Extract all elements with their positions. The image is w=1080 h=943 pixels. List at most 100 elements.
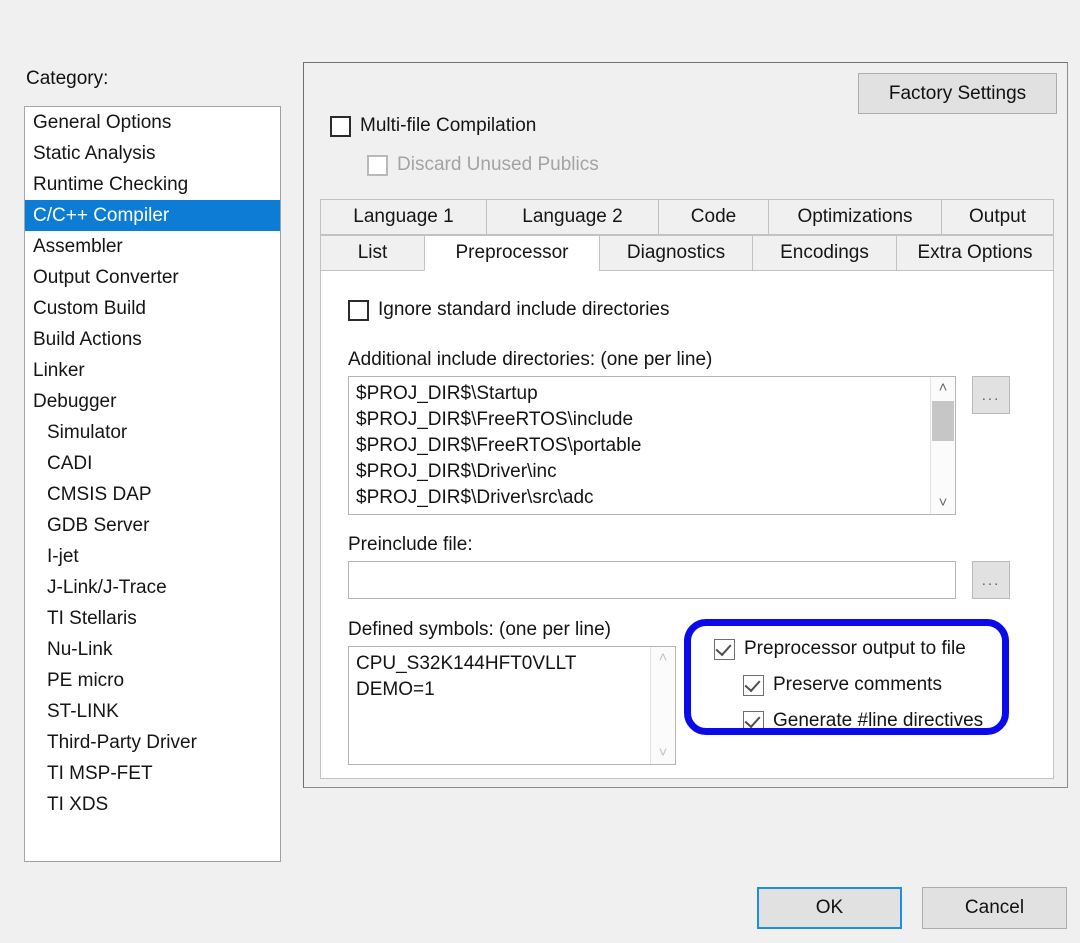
defined-symbols-input[interactable]: CPU_S32K144HFT0VLLT DEMO=1 ˄ ˅ — [348, 646, 676, 765]
category-item-j-link-j-trace[interactable]: J-Link/J-Trace — [25, 572, 280, 603]
category-item-label: Linker — [33, 360, 85, 381]
category-item-runtime-checking[interactable]: Runtime Checking — [25, 169, 280, 200]
category-item-label: Static Analysis — [33, 143, 156, 164]
tab-strip: Language 1 Language 2 Code Optimizations… — [320, 199, 1054, 271]
category-item-c-c-compiler[interactable]: C/C++ Compiler — [25, 200, 280, 231]
multi-file-compilation-checkbox[interactable]: Multi-file Compilation — [330, 115, 536, 137]
includes-scrollbar[interactable]: ˄ ˅ — [930, 377, 955, 514]
preinclude-file-label: Preinclude file: — [348, 534, 473, 555]
category-item-build-actions[interactable]: Build Actions — [25, 324, 280, 355]
category-item-label: CMSIS DAP — [47, 484, 152, 505]
category-item-gdb-server[interactable]: GDB Server — [25, 510, 280, 541]
ok-button[interactable]: OK — [757, 887, 902, 929]
generate-line-directives-checkbox[interactable]: Generate #line directives — [743, 710, 983, 732]
category-item-label: PE micro — [47, 670, 125, 691]
tab-optimizations[interactable]: Optimizations — [768, 199, 941, 235]
tab-language-2[interactable]: Language 2 — [486, 199, 658, 235]
category-item-linker[interactable]: Linker — [25, 355, 280, 386]
discard-unused-publics-label: Discard Unused Publics — [397, 154, 599, 175]
factory-settings-button[interactable]: Factory Settings — [858, 73, 1057, 114]
discard-unused-publics-checkbox: Discard Unused Publics — [367, 154, 599, 176]
checkbox-icon[interactable] — [743, 710, 764, 732]
category-item-ti-stellaris[interactable]: TI Stellaris — [25, 603, 280, 634]
category-item-label: TI XDS — [47, 794, 109, 815]
preinclude-browse-button[interactable]: ... — [972, 561, 1010, 599]
category-item-label: ST-LINK — [47, 701, 119, 722]
tab-row-1: Language 1 Language 2 Code Optimizations… — [320, 199, 1054, 235]
tab-code[interactable]: Code — [658, 199, 768, 235]
cancel-button[interactable]: Cancel — [922, 887, 1067, 929]
category-item-label: Nu-Link — [47, 639, 113, 660]
tab-row-2: List Preprocessor Diagnostics Encodings … — [320, 235, 1054, 271]
defined-symbols-value: CPU_S32K144HFT0VLLT DEMO=1 — [356, 653, 577, 700]
ignore-standard-include-directories-label: Ignore standard include directories — [378, 299, 670, 320]
checkbox-icon[interactable] — [348, 299, 369, 321]
preinclude-file-input[interactable] — [348, 561, 956, 599]
multi-file-compilation-label: Multi-file Compilation — [360, 115, 537, 136]
category-item-label: C/C++ Compiler — [33, 205, 170, 226]
preprocessor-tab-panel: Ignore standard include directories Addi… — [320, 271, 1054, 779]
tab-preprocessor[interactable]: Preprocessor — [424, 235, 599, 271]
category-item-label: Output Converter — [33, 267, 179, 288]
scrollbar-thumb[interactable] — [932, 401, 954, 441]
category-item-label: TI Stellaris — [47, 608, 137, 629]
checkbox-icon — [367, 154, 388, 176]
generate-line-directives-label: Generate #line directives — [773, 710, 984, 731]
category-item-third-party-driver[interactable]: Third-Party Driver — [25, 727, 280, 758]
category-item-label: Simulator — [47, 422, 128, 443]
includes-browse-button[interactable]: ... — [972, 376, 1010, 414]
tab-output[interactable]: Output — [941, 199, 1054, 235]
category-item-label: Runtime Checking — [33, 174, 189, 195]
additional-include-directories-value: $PROJ_DIR$\Startup $PROJ_DIR$\FreeRTOS\i… — [356, 383, 642, 508]
defined-symbols-scrollbar[interactable]: ˄ ˅ — [650, 647, 675, 764]
category-item-output-converter[interactable]: Output Converter — [25, 262, 280, 293]
scroll-down-icon[interactable]: ˅ — [931, 492, 955, 514]
tab-encodings[interactable]: Encodings — [752, 235, 896, 271]
category-item-general-options[interactable]: General Options — [25, 107, 280, 138]
category-item-label: General Options — [33, 112, 172, 133]
category-item-cmsis-dap[interactable]: CMSIS DAP — [25, 479, 280, 510]
category-item-assembler[interactable]: Assembler — [25, 231, 280, 262]
category-item-label: Assembler — [33, 236, 123, 257]
scroll-up-icon[interactable]: ˄ — [651, 647, 675, 669]
category-item-i-jet[interactable]: I-jet — [25, 541, 280, 572]
category-item-ti-msp-fet[interactable]: TI MSP-FET — [25, 758, 280, 789]
category-item-label: J-Link/J-Trace — [47, 577, 167, 598]
category-item-label: Custom Build — [33, 298, 146, 319]
category-item-label: Build Actions — [33, 329, 142, 350]
tab-language-1[interactable]: Language 1 — [320, 199, 486, 235]
preprocessor-output-to-file-checkbox[interactable]: Preprocessor output to file — [714, 638, 966, 660]
preserve-comments-label: Preserve comments — [773, 674, 942, 695]
category-item-nu-link[interactable]: Nu-Link — [25, 634, 280, 665]
checkbox-icon[interactable] — [714, 638, 735, 660]
category-item-label: CADI — [47, 453, 93, 474]
checkbox-icon[interactable] — [330, 115, 351, 137]
category-item-label: GDB Server — [47, 515, 150, 536]
category-item-pe-micro[interactable]: PE micro — [25, 665, 280, 696]
category-label: Category: — [26, 68, 109, 89]
category-item-static-analysis[interactable]: Static Analysis — [25, 138, 280, 169]
category-item-cadi[interactable]: CADI — [25, 448, 280, 479]
tab-extra-options[interactable]: Extra Options — [896, 235, 1054, 271]
category-item-st-link[interactable]: ST-LINK — [25, 696, 280, 727]
category-item-label: Debugger — [33, 391, 117, 412]
category-item-custom-build[interactable]: Custom Build — [25, 293, 280, 324]
additional-include-directories-label: Additional include directories: (one per… — [348, 349, 713, 370]
options-dialog: Category: General Options Static Analysis… — [0, 0, 1080, 943]
category-item-ti-xds[interactable]: TI XDS — [25, 789, 280, 820]
tab-diagnostics[interactable]: Diagnostics — [599, 235, 752, 271]
ignore-standard-include-directories-checkbox[interactable]: Ignore standard include directories — [348, 299, 670, 321]
category-item-simulator[interactable]: Simulator — [25, 417, 280, 448]
options-panel: Factory Settings Multi-file Compilation … — [303, 62, 1068, 788]
category-listbox[interactable]: General Options Static Analysis Runtime Ch… — [24, 106, 281, 862]
category-item-label: Third-Party Driver — [47, 732, 197, 753]
category-item-debugger[interactable]: Debugger — [25, 386, 280, 417]
checkbox-icon[interactable] — [743, 674, 764, 696]
tab-list[interactable]: List — [320, 235, 424, 271]
defined-symbols-label: Defined symbols: (one per line) — [348, 619, 611, 640]
preserve-comments-checkbox[interactable]: Preserve comments — [743, 674, 942, 696]
scroll-down-icon[interactable]: ˅ — [651, 742, 675, 764]
category-item-label: I-jet — [47, 546, 79, 567]
scroll-up-icon[interactable]: ˄ — [931, 377, 955, 399]
additional-include-directories-input[interactable]: $PROJ_DIR$\Startup $PROJ_DIR$\FreeRTOS\i… — [348, 376, 956, 515]
